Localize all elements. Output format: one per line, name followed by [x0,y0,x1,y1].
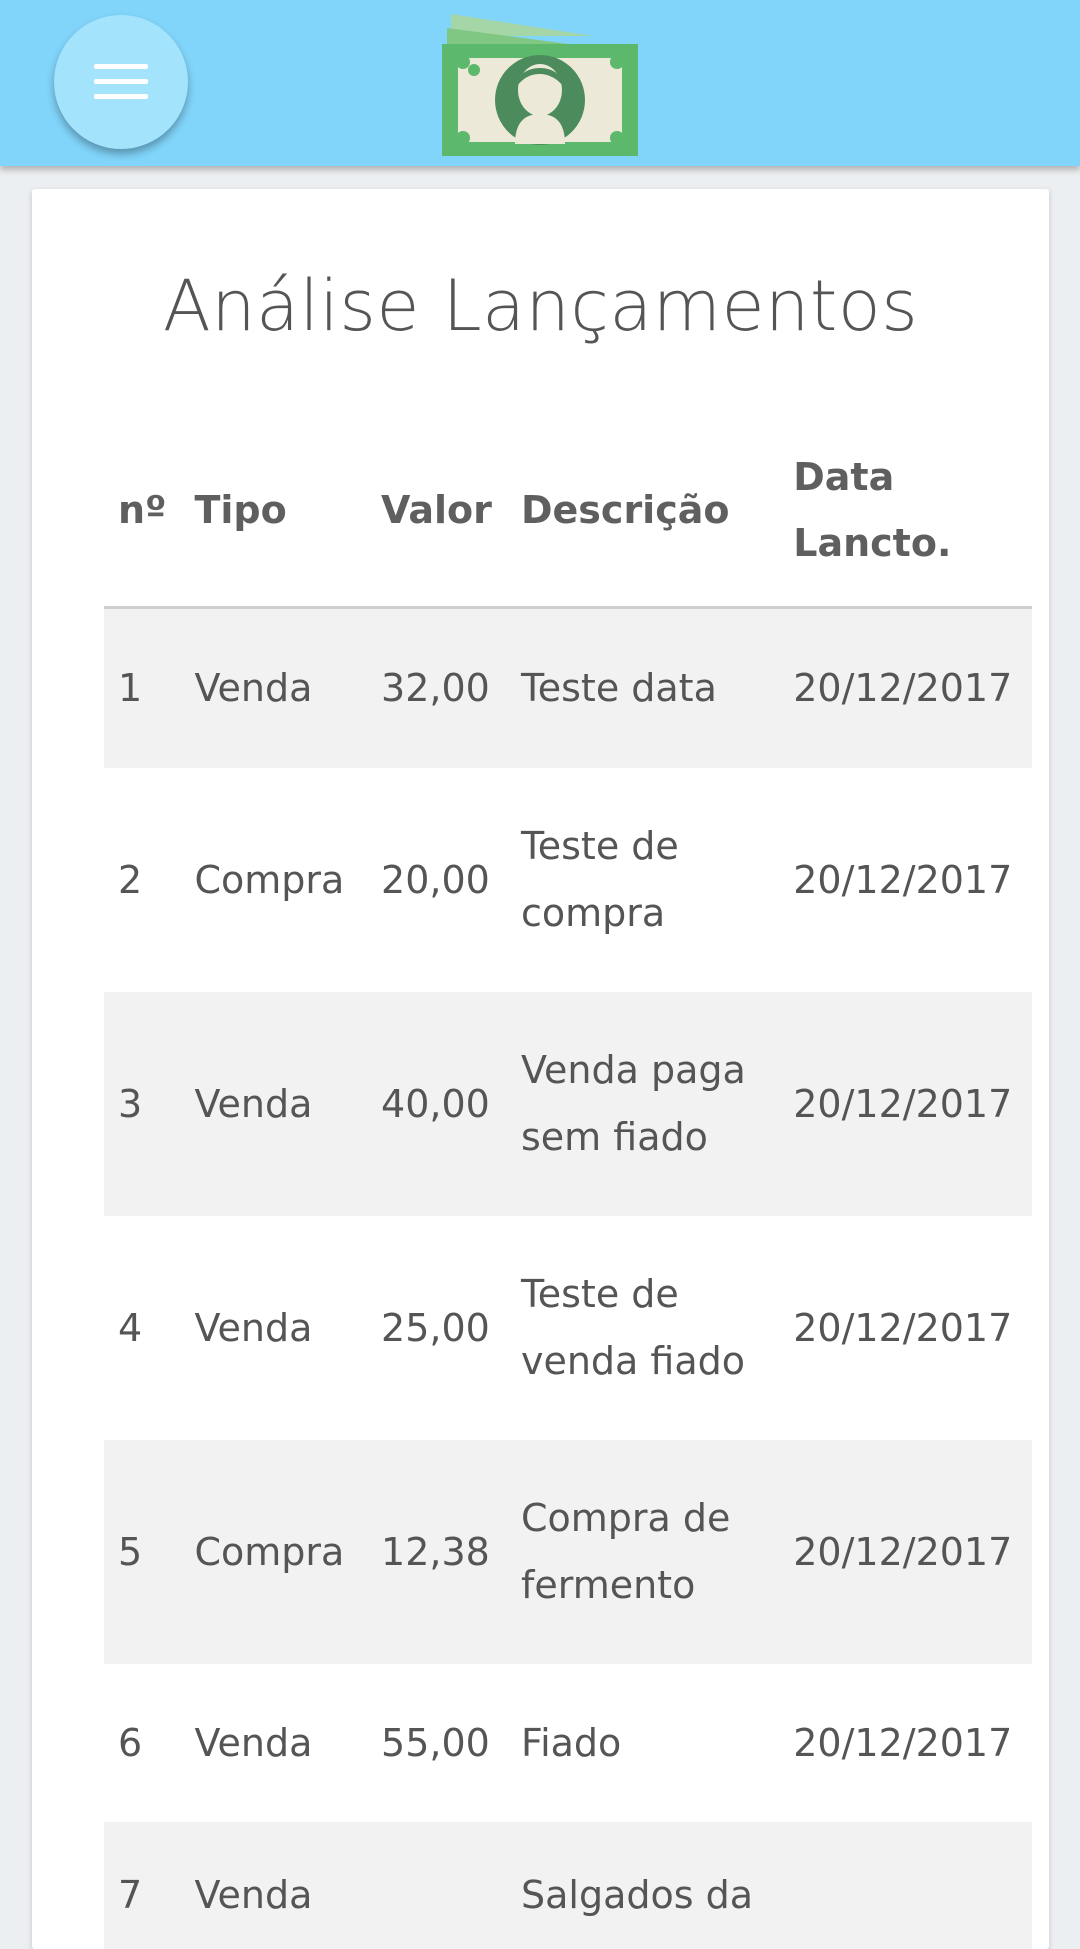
cell-valor: 12,38 [367,1440,507,1664]
cell-number: 6 [118,1720,143,1765]
cell-tipo: Venda [180,1822,368,1949]
cell-valor: 25,00 [381,1305,490,1350]
table-row: 3 Venda 40,00 Venda paga sem fiado 20/12… [104,992,1032,1216]
cell-number: 5 [104,1440,181,1664]
table-header-row: nº Tipo Valor Descrição Data Lancto. [104,415,1032,609]
cell-tipo: Venda [180,607,368,768]
cell-tipo: Venda [180,992,368,1216]
cell-data: 20/12/2017 [793,1305,1013,1350]
cell-descricao: Salgados da [506,1822,780,1949]
column-header-data: Data Lancto. [779,415,1032,609]
cell-number: 4 [118,1305,143,1350]
cell-number: 3 [104,992,181,1216]
cell-descricao: Teste data [506,607,780,768]
cell-descricao: Compra de fermento [506,1440,780,1664]
cell-descricao: Venda paga sem fiado [506,992,780,1216]
table-row: 1 Venda 32,00 Teste data 20/12/2017 [104,607,1032,768]
cell-tipo: Venda [194,1720,313,1765]
entries-table: nº Tipo Valor Descrição Data Lancto. 1 V… [104,415,1032,1949]
hamburger-menu-icon [94,64,148,99]
menu-button[interactable] [54,15,188,149]
cell-valor: 40,00 [367,992,507,1216]
table-row: 2 Compra 20,00 Teste de compra 20/12/201… [104,768,1032,992]
column-header-descricao: Descrição [506,415,780,609]
app-bar [0,0,1080,166]
table-row: 6 Venda 55,00 Fiado 20/12/2017 [104,1664,1032,1822]
analysis-card: Análise Lançamentos nº Tipo Valor Descri… [32,189,1049,1949]
cell-data: 20/12/2017 [779,607,1032,768]
cell-tipo: Venda [194,1305,313,1350]
cell-data [779,1822,1032,1949]
cell-tipo: Compra [194,857,345,902]
cell-number: 1 [104,607,181,768]
table-row: 4 Venda 25,00 Teste de venda fiado 20/12… [104,1216,1032,1440]
column-header-tipo: Tipo [180,415,368,609]
cell-data: 20/12/2017 [793,857,1013,902]
cell-valor: 32,00 [367,607,507,768]
table-row: 7 Venda Salgados da [104,1822,1032,1949]
cell-valor: 20,00 [381,857,490,902]
page-title: Análise Lançamentos [162,265,919,347]
money-bill-icon [442,14,638,156]
cell-valor [367,1822,507,1949]
cell-number: 2 [118,857,143,902]
cell-tipo: Compra [180,1440,368,1664]
cell-descricao: Fiado [520,1720,622,1765]
cell-number: 7 [104,1822,181,1949]
cell-valor: 55,00 [381,1720,490,1765]
cell-descricao: Teste de venda fiado [520,1272,746,1383]
column-header-number: nº [104,415,181,609]
cell-descricao: Teste de compra [520,824,679,935]
cell-data: 20/12/2017 [793,1720,1013,1765]
cell-data: 20/12/2017 [779,1440,1032,1664]
column-header-valor: Valor [367,415,507,609]
cell-data: 20/12/2017 [779,992,1032,1216]
table-row: 5 Compra 12,38 Compra de fermento 20/12/… [104,1440,1032,1664]
